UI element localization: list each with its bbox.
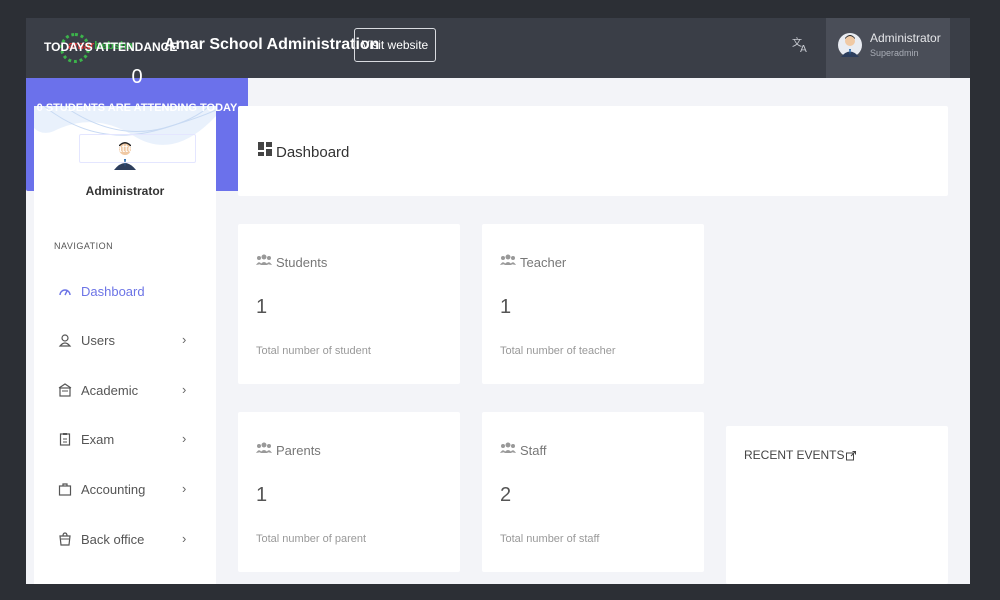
users-group-icon — [500, 442, 516, 453]
sidebar-item-exam[interactable]: Exam › — [34, 424, 216, 454]
stat-label: Teacher — [520, 255, 567, 270]
user-role: Superadmin — [870, 48, 919, 58]
stat-value: 1 — [500, 296, 512, 318]
recent-events-card: RECENT EVENTS — [726, 426, 948, 584]
chevron-right-icon: › — [182, 481, 187, 496]
page-header-card: Dashboard — [238, 106, 948, 196]
stat-card-staff[interactable]: Staff 2 Total number of staff — [482, 412, 704, 572]
sidebar-item-label: Back office — [81, 532, 145, 547]
app-title: Amar School Administration — [164, 36, 380, 53]
arrow-right-icon: → — [178, 142, 190, 155]
stat-label: Parents — [276, 443, 321, 458]
users-group-icon — [500, 254, 516, 265]
recent-events-title: RECENT EVENTS — [744, 448, 857, 462]
stat-description: Total number of parent — [256, 533, 367, 545]
attendance-count: 0 — [131, 66, 143, 88]
external-link-icon[interactable] — [846, 450, 857, 461]
sidebar-item-users[interactable]: Users › — [34, 325, 216, 355]
chevron-right-icon: › — [182, 431, 187, 446]
stat-value: 2 — [500, 484, 512, 506]
stat-description: Total number of teacher — [500, 345, 616, 357]
sidebar-item-accounting[interactable]: Accounting › — [34, 474, 216, 504]
building-icon — [58, 383, 72, 397]
sidebar-item-dashboard[interactable]: Dashboard — [34, 276, 216, 306]
bag-icon — [59, 532, 71, 546]
stat-card-parents[interactable]: Parents 1 Total number of parent — [238, 412, 460, 572]
recent-events-label: RECENT EVENTS — [744, 448, 845, 462]
users-group-icon — [256, 254, 272, 265]
visit-website-button[interactable]: Visit website — [354, 28, 436, 62]
sidebar-item-label: Academic — [81, 383, 139, 398]
briefcase-icon — [58, 483, 72, 496]
stat-description: Total number of staff — [500, 533, 600, 545]
sidebar-item-academic[interactable]: Academic › — [34, 375, 216, 405]
user-icon — [58, 334, 72, 347]
attendance-title: TODAYS ATTENDANCE — [44, 40, 178, 54]
stat-description: Total number of student — [256, 345, 371, 357]
clipboard-icon — [59, 433, 71, 446]
chevron-right-icon: › — [182, 382, 187, 397]
sidebar-item-label: Accounting — [81, 482, 146, 497]
svg-text:A: A — [800, 44, 807, 53]
stat-label: Students — [276, 255, 328, 270]
user-name: Administrator — [870, 31, 941, 45]
translate-icon[interactable]: 文 A — [792, 35, 812, 55]
profile-name: Administrator — [85, 184, 165, 198]
nav-heading: NAVIGATION — [54, 241, 114, 251]
sidebar-item-label: Users — [81, 333, 115, 348]
app-frame: amarbebsha Amar School Administration Vi… — [26, 18, 970, 584]
sidebar-item-label: Dashboard — [81, 284, 145, 299]
go-to-attendance-button[interactable]: Go to attendance → — [79, 134, 196, 163]
stat-value: 1 — [256, 296, 268, 318]
sidebar: Administrator NAVIGATION Dashboard Users… — [34, 106, 216, 584]
page-title: Dashboard — [276, 144, 350, 161]
sidebar-item-label: Exam — [81, 432, 115, 447]
stat-card-teacher[interactable]: Teacher 1 Total number of teacher — [482, 224, 704, 384]
stat-label: Staff — [520, 443, 547, 458]
dashboard-grid-icon — [258, 142, 272, 156]
stat-card-students[interactable]: Students 1 Total number of student — [238, 224, 460, 384]
stat-value: 1 — [256, 484, 268, 506]
attendance-subtitle: 0 STUDENTS ARE ATTENDING TODAY — [36, 102, 238, 114]
button-label: Go to attendance — [85, 142, 171, 155]
chevron-right-icon: › — [182, 332, 187, 347]
user-menu[interactable]: Administrator Superadmin — [826, 18, 950, 78]
users-group-icon — [256, 442, 272, 453]
speedometer-icon — [59, 289, 71, 296]
chevron-right-icon: › — [182, 531, 187, 546]
sidebar-item-back-office[interactable]: Back office › — [34, 524, 216, 554]
avatar — [838, 33, 862, 57]
